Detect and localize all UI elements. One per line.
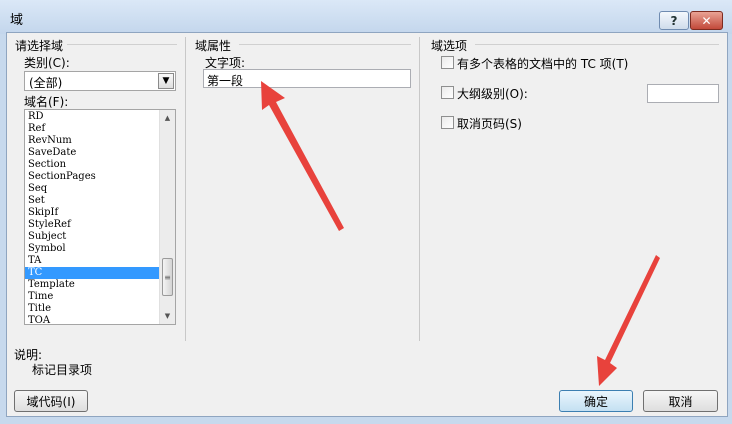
annotation-arrow-text-field (261, 81, 344, 231)
annotation-arrows (261, 81, 660, 386)
annotation-arrow-ok-button (597, 255, 660, 386)
